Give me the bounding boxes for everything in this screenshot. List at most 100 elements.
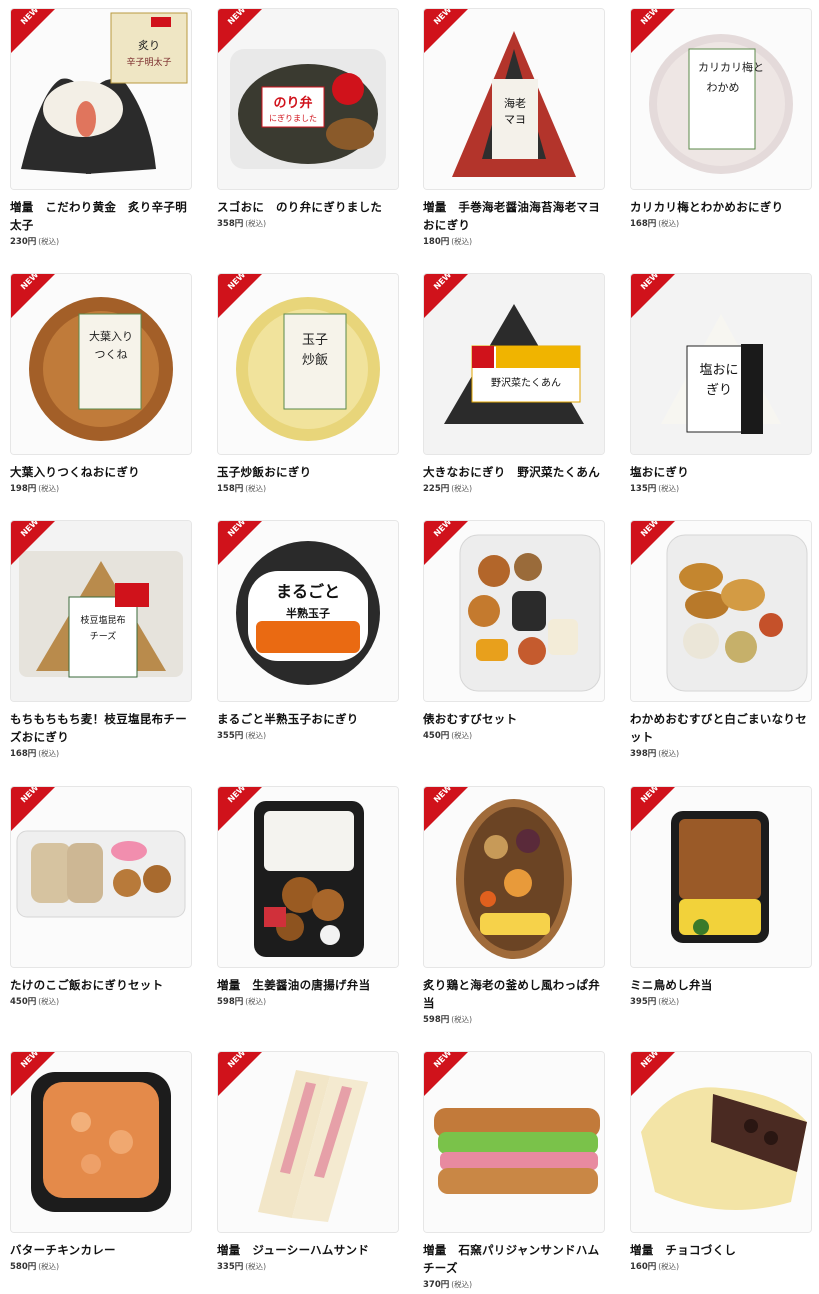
product-card[interactable]: 玉子 炒飯 NEW 玉子炒飯おにぎり 158円 (税込) bbox=[217, 273, 399, 496]
product-price: 160円 (税込) bbox=[630, 1260, 812, 1274]
product-name[interactable]: 大きなおにぎり 野沢菜たくあん bbox=[423, 463, 605, 481]
product-card[interactable]: NEW 増量 チョコづくし 160円 (税込) bbox=[630, 1051, 812, 1274]
product-name[interactable]: バターチキンカレー bbox=[10, 1241, 192, 1259]
new-badge: NEW bbox=[631, 521, 675, 565]
new-badge: NEW bbox=[218, 274, 262, 318]
product-image[interactable]: NEW bbox=[630, 520, 812, 702]
product-image[interactable]: 炙り 辛子明太子 NEW bbox=[10, 8, 192, 190]
tax-label: (税込) bbox=[658, 1262, 680, 1271]
product-image[interactable]: のり弁 にぎりました NEW bbox=[217, 8, 399, 190]
product-card[interactable]: NEW わかめおむすびと白ごまいなりセット 398円 (税込) bbox=[630, 520, 812, 761]
product-name[interactable]: ミニ鳥めし弁当 bbox=[630, 976, 812, 994]
product-price: 230円 (税込) bbox=[10, 235, 192, 249]
svg-text:マヨ: マヨ bbox=[504, 113, 526, 126]
price-value: 180円 bbox=[423, 237, 450, 247]
svg-text:わかめ: わかめ bbox=[707, 81, 740, 94]
product-card[interactable]: NEW 俵おむすびセット 450円 (税込) bbox=[423, 520, 605, 743]
svg-text:塩おに: 塩おに bbox=[699, 363, 738, 378]
svg-text:まるごと: まるごと bbox=[276, 582, 340, 601]
product-name[interactable]: 増量 チョコづくし bbox=[630, 1241, 812, 1259]
price-value: 160円 bbox=[630, 1262, 657, 1272]
product-image[interactable]: まるごと 半熟玉子 NEW bbox=[217, 520, 399, 702]
tax-label: (税込) bbox=[451, 731, 473, 740]
price-value: 598円 bbox=[217, 997, 244, 1007]
product-name[interactable]: 炙り鶏と海老の釜めし風わっぱ弁当 bbox=[423, 976, 605, 1012]
product-card[interactable]: 野沢菜たくあん NEW 大きなおにぎり 野沢菜たくあん 225円 (税込) bbox=[423, 273, 605, 496]
product-card[interactable]: 枝豆塩昆布 チーズ NEW もちもちもち麦！枝豆塩昆布チーズおにぎり 168円(… bbox=[10, 520, 192, 761]
product-name[interactable]: 増量 手巻海老醤油海苔海老マヨおにぎり bbox=[423, 198, 605, 234]
product-image[interactable]: 塩おに ぎり NEW bbox=[630, 273, 812, 455]
svg-text:カリカリ梅と: カリカリ梅と bbox=[698, 60, 764, 74]
product-card[interactable]: 海老 マヨ NEW 増量 手巻海老醤油海苔海老マヨおにぎり 180円 (税込) bbox=[423, 8, 605, 249]
product-image[interactable]: NEW bbox=[423, 1051, 605, 1233]
new-badge: NEW bbox=[631, 787, 675, 831]
product-card[interactable]: カリカリ梅と わかめ NEW カリカリ梅とわかめおにぎり 168円 (税込) bbox=[630, 8, 812, 231]
product-image[interactable]: 玉子 炒飯 NEW bbox=[217, 273, 399, 455]
product-price: 168円 (税込) bbox=[10, 747, 192, 761]
product-name[interactable]: わかめおむすびと白ごまいなりセット bbox=[630, 710, 812, 746]
product-card[interactable]: 塩おに ぎり NEW 塩おにぎり 135円 (税込) bbox=[630, 273, 812, 496]
product-card[interactable]: NEW 増量 ジューシーハムサンド 335円 (税込) bbox=[217, 1051, 399, 1274]
product-name[interactable]: 増量 ジューシーハムサンド bbox=[217, 1241, 399, 1259]
price-value: 598円 bbox=[423, 1015, 450, 1025]
product-card[interactable]: NEW 増量 生姜醤油の唐揚げ弁当 598円 (税込) bbox=[217, 786, 399, 1009]
product-name[interactable]: 俵おむすびセット bbox=[423, 710, 605, 728]
product-card[interactable]: 大葉入り つくね NEW 大葉入りつくねおにぎり 198円 (税込) bbox=[10, 273, 192, 496]
product-price: 225円 (税込) bbox=[423, 482, 605, 496]
product-name[interactable]: 大葉入りつくねおにぎり bbox=[10, 463, 192, 481]
product-image[interactable]: NEW bbox=[217, 786, 399, 968]
price-value: 168円 bbox=[10, 749, 37, 759]
product-image[interactable]: NEW bbox=[630, 1051, 812, 1233]
product-image[interactable]: カリカリ梅と わかめ NEW bbox=[630, 8, 812, 190]
tax-label: (税込) bbox=[38, 1262, 60, 1271]
svg-text:辛子明太子: 辛子明太子 bbox=[126, 56, 171, 68]
product-image[interactable]: NEW bbox=[10, 1051, 192, 1233]
product-name[interactable]: スゴおに のり弁にぎりました bbox=[217, 198, 399, 216]
product-name[interactable]: 塩おにぎり bbox=[630, 463, 812, 481]
product-name[interactable]: カリカリ梅とわかめおにぎり bbox=[630, 198, 812, 216]
new-badge: NEW bbox=[11, 274, 55, 318]
product-card[interactable]: NEW たけのこご飯おにぎりセット 450円 (税込) bbox=[10, 786, 192, 1009]
product-grid: 炙り 辛子明太子 NEW 増量 こだわり黄金 炙り辛子明太子 230円 (税込) … bbox=[0, 0, 819, 1294]
product-image[interactable]: 大葉入り つくね NEW bbox=[10, 273, 192, 455]
svg-text:ぎり: ぎり bbox=[706, 383, 732, 398]
product-image[interactable]: 海老 マヨ NEW bbox=[423, 8, 605, 190]
svg-text:炙り: 炙り bbox=[138, 38, 160, 52]
price-value: 370円 bbox=[423, 1280, 450, 1290]
tax-label: (税込) bbox=[38, 237, 60, 246]
product-image[interactable]: NEW bbox=[423, 786, 605, 968]
product-price: 598円 (税込) bbox=[217, 995, 399, 1009]
new-badge: NEW bbox=[218, 9, 262, 53]
product-card[interactable]: まるごと 半熟玉子 NEW まるごと半熟玉子おにぎり 355円 (税込) bbox=[217, 520, 399, 743]
new-badge: NEW bbox=[11, 787, 55, 831]
product-image[interactable]: NEW bbox=[217, 1051, 399, 1233]
product-name[interactable]: まるごと半熟玉子おにぎり bbox=[217, 710, 399, 728]
new-badge: NEW bbox=[631, 9, 675, 53]
new-badge: NEW bbox=[631, 1052, 675, 1096]
product-price: 168円 (税込) bbox=[630, 217, 812, 231]
product-card[interactable]: のり弁 にぎりました NEW スゴおに のり弁にぎりました 358円 (税込) bbox=[217, 8, 399, 231]
product-name[interactable]: 増量 生姜醤油の唐揚げ弁当 bbox=[217, 976, 399, 994]
svg-text:大葉入り: 大葉入り bbox=[89, 329, 133, 343]
price-value: 450円 bbox=[423, 731, 450, 741]
svg-text:のり弁: のり弁 bbox=[273, 95, 312, 111]
product-image[interactable]: 枝豆塩昆布 チーズ NEW bbox=[10, 520, 192, 702]
product-image[interactable]: NEW bbox=[630, 786, 812, 968]
product-name[interactable]: 増量 こだわり黄金 炙り辛子明太子 bbox=[10, 198, 192, 234]
tax-label: (税込) bbox=[245, 731, 267, 740]
product-card[interactable]: NEW バターチキンカレー 580円 (税込) bbox=[10, 1051, 192, 1274]
product-name[interactable]: 増量 石窯パリジャンサンドハムチーズ bbox=[423, 1241, 605, 1277]
product-card[interactable]: 炙り 辛子明太子 NEW 増量 こだわり黄金 炙り辛子明太子 230円 (税込) bbox=[10, 8, 192, 249]
price-value: 395円 bbox=[630, 997, 657, 1007]
product-image[interactable]: 野沢菜たくあん NEW bbox=[423, 273, 605, 455]
price-value: 230円 bbox=[10, 237, 37, 247]
product-card[interactable]: NEW 炙り鶏と海老の釜めし風わっぱ弁当 598円 (税込) bbox=[423, 786, 605, 1027]
product-name[interactable]: 玉子炒飯おにぎり bbox=[217, 463, 399, 481]
product-image[interactable]: NEW bbox=[10, 786, 192, 968]
product-name[interactable]: たけのこご飯おにぎりセット bbox=[10, 976, 192, 994]
product-card[interactable]: NEW 増量 石窯パリジャンサンドハムチーズ 370円 (税込) bbox=[423, 1051, 605, 1292]
product-image[interactable]: NEW bbox=[423, 520, 605, 702]
product-card[interactable]: NEW ミニ鳥めし弁当 395円 (税込) bbox=[630, 786, 812, 1009]
svg-text:にぎりました: にぎりました bbox=[269, 113, 317, 123]
product-name[interactable]: もちもちもち麦！枝豆塩昆布チーズおにぎり bbox=[10, 710, 192, 746]
